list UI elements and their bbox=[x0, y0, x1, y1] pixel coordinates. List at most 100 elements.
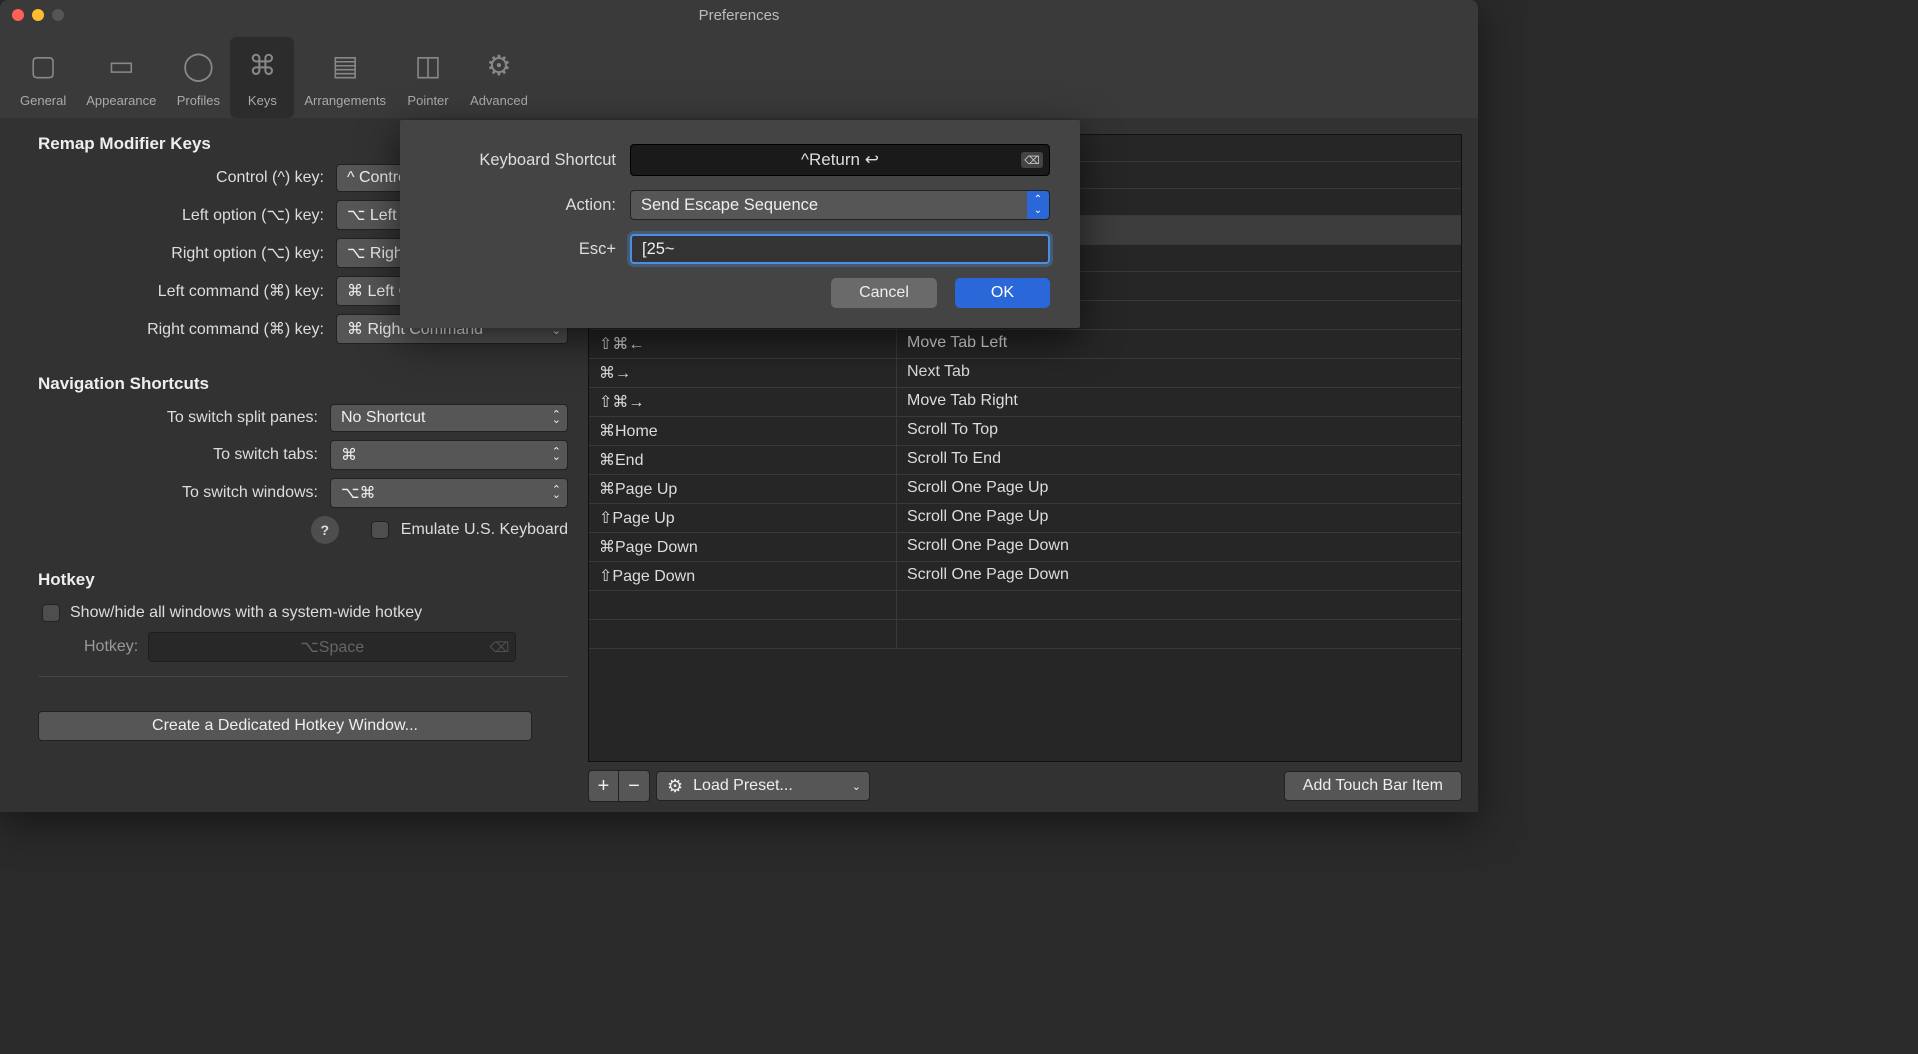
esc-plus-label: Esc+ bbox=[579, 240, 616, 259]
load-preset-button[interactable]: Load Preset... ⌄ bbox=[656, 771, 870, 801]
emulate-us-keyboard-label: Emulate U.S. Keyboard bbox=[401, 521, 568, 539]
nav-label: To switch windows: bbox=[182, 484, 318, 502]
toolbar: ▢ General ▭ Appearance ◯Profiles⌘ Keys ▤Arrang… bbox=[0, 30, 1478, 118]
toolbar-label: Keys bbox=[248, 93, 277, 108]
table-row[interactable]: ⌘→Next Tab bbox=[589, 359, 1461, 388]
minimize-icon[interactable] bbox=[32, 9, 44, 21]
key-mapping-edit-dialog: Keyboard Shortcut ^Return ↩ ⌫ Action: Se… bbox=[400, 120, 1080, 328]
preferences-window: Preferences ▢ General ▭ Appearance ◯Profiles… bbox=[0, 0, 1478, 812]
toolbar-general[interactable]: ▢ General bbox=[10, 37, 76, 118]
toolbar-label: General bbox=[20, 93, 66, 108]
pointer-icon: ◫ bbox=[406, 43, 450, 87]
hotkey-heading: Hotkey bbox=[38, 570, 568, 590]
toolbar-label: Pointer bbox=[407, 93, 448, 108]
load-preset-label: Load Preset... bbox=[693, 777, 793, 795]
chevron-updown-icon: ⌃⌄ bbox=[1027, 191, 1049, 219]
toolbar-label: Profiles bbox=[177, 93, 220, 108]
action-value: Send Escape Sequence bbox=[641, 196, 818, 215]
key-column: ⇧⌘→ bbox=[589, 388, 897, 416]
advanced-icon: ⚙ bbox=[477, 43, 521, 87]
table-row[interactable]: ⌘Page DownScroll One Page Down bbox=[589, 533, 1461, 562]
chevron-updown-icon: ⌃⌄ bbox=[552, 488, 561, 499]
toolbar-advanced[interactable]: ⚙ Advanced bbox=[460, 37, 538, 118]
add-touch-bar-item-button[interactable]: Add Touch Bar Item bbox=[1284, 771, 1462, 801]
table-row[interactable]: ⇧Page UpScroll One Page Up bbox=[589, 504, 1461, 533]
chevron-updown-icon: ⌃⌄ bbox=[552, 450, 561, 461]
table-row[interactable] bbox=[589, 620, 1461, 649]
clear-icon[interactable]: ⌫ bbox=[489, 639, 509, 656]
esc-sequence-input[interactable] bbox=[630, 234, 1050, 264]
action-column: Scroll One Page Down bbox=[897, 533, 1461, 561]
keyboard-shortcut-field[interactable]: ^Return ↩ ⌫ bbox=[630, 144, 1050, 176]
toolbar-keys[interactable]: ⌘ Keys bbox=[230, 37, 294, 118]
table-row[interactable]: ⇧⌘←Move Tab Left bbox=[589, 330, 1461, 359]
remap-label: Left command (⌘) key: bbox=[158, 281, 324, 301]
action-column: Scroll To End bbox=[897, 446, 1461, 474]
ok-button[interactable]: OK bbox=[955, 278, 1050, 308]
toolbar-label: Advanced bbox=[470, 93, 528, 108]
action-column: Move Tab Left bbox=[897, 330, 1461, 358]
remap-label: Right option (⌥) key: bbox=[171, 243, 324, 263]
keys-icon: ⌘ bbox=[240, 43, 284, 87]
keyboard-shortcut-label: Keyboard Shortcut bbox=[479, 151, 616, 170]
remap-label: Left option (⌥) key: bbox=[182, 205, 324, 225]
show-hide-hotkey-checkbox[interactable] bbox=[42, 604, 60, 622]
table-row[interactable]: ⇧Page DownScroll One Page Down bbox=[589, 562, 1461, 591]
toolbar-appearance[interactable]: ▭ Appearance bbox=[76, 37, 166, 118]
toolbar-pointer[interactable]: ◫ Pointer bbox=[396, 37, 460, 118]
close-icon[interactable] bbox=[12, 9, 24, 21]
nav-select[interactable]: ⌘⌃⌄ bbox=[330, 440, 568, 470]
toolbar-profiles[interactable]: ◯Profiles bbox=[166, 37, 230, 118]
hotkey-value: ⌥Space bbox=[300, 637, 364, 657]
chevron-updown-icon: ⌃⌄ bbox=[552, 413, 561, 424]
toolbar-label: Appearance bbox=[86, 93, 156, 108]
cancel-button[interactable]: Cancel bbox=[831, 278, 937, 308]
add-mapping-button[interactable]: + bbox=[589, 771, 619, 801]
titlebar: Preferences bbox=[0, 0, 1478, 30]
action-column: Scroll To Top bbox=[897, 417, 1461, 445]
nav-heading: Navigation Shortcuts bbox=[38, 374, 568, 394]
table-row[interactable] bbox=[589, 591, 1461, 620]
remove-mapping-button[interactable]: − bbox=[619, 771, 649, 801]
general-icon: ▢ bbox=[21, 43, 65, 87]
nav-select[interactable]: ⌥⌘⌃⌄ bbox=[330, 478, 568, 508]
appearance-icon: ▭ bbox=[99, 43, 143, 87]
clear-shortcut-icon[interactable]: ⌫ bbox=[1021, 152, 1043, 168]
key-column: ⌘Page Down bbox=[589, 533, 897, 561]
key-column: ⌘→ bbox=[589, 359, 897, 387]
window-title: Preferences bbox=[699, 7, 780, 24]
remap-label: Right command (⌘) key: bbox=[147, 319, 324, 339]
keyboard-shortcut-value: ^Return ↩ bbox=[801, 150, 879, 170]
table-row[interactable]: ⇧⌘→Move Tab Right bbox=[589, 388, 1461, 417]
nav-select[interactable]: No Shortcut⌃⌄ bbox=[330, 404, 568, 432]
help-button[interactable]: ? bbox=[311, 516, 339, 544]
maximize-icon bbox=[52, 9, 64, 21]
table-row[interactable]: ⌘HomeScroll To Top bbox=[589, 417, 1461, 446]
key-column: ⌘Page Up bbox=[589, 475, 897, 503]
create-hotkey-window-button[interactable]: Create a Dedicated Hotkey Window... bbox=[38, 711, 532, 741]
traffic-lights bbox=[12, 9, 64, 21]
divider bbox=[38, 676, 568, 677]
add-remove-segment: + − bbox=[588, 770, 650, 802]
key-column: ⇧Page Up bbox=[589, 504, 897, 532]
table-row[interactable]: ⌘Page UpScroll One Page Up bbox=[589, 475, 1461, 504]
action-column: Move Tab Right bbox=[897, 388, 1461, 416]
emulate-us-keyboard-checkbox[interactable] bbox=[371, 521, 389, 539]
hotkey-input[interactable]: ⌥Space ⌫ bbox=[148, 632, 516, 662]
chevron-down-icon: ⌄ bbox=[852, 780, 861, 793]
action-select[interactable]: Send Escape Sequence ⌃⌄ bbox=[630, 190, 1050, 220]
arrangements-icon: ▤ bbox=[323, 43, 367, 87]
key-column: ⌘Home bbox=[589, 417, 897, 445]
action-label: Action: bbox=[566, 196, 616, 215]
action-column: Scroll One Page Up bbox=[897, 504, 1461, 532]
gear-icon bbox=[667, 776, 687, 797]
remap-label: Control (^) key: bbox=[216, 169, 324, 187]
key-column: ⇧Page Down bbox=[589, 562, 897, 590]
action-column: Scroll One Page Up bbox=[897, 475, 1461, 503]
show-hide-hotkey-label: Show/hide all windows with a system-wide… bbox=[70, 604, 422, 622]
nav-label: To switch split panes: bbox=[167, 409, 318, 427]
toolbar-arrangements[interactable]: ▤Arrangements bbox=[294, 37, 396, 118]
nav-label: To switch tabs: bbox=[213, 446, 318, 464]
key-column: ⌘End bbox=[589, 446, 897, 474]
table-row[interactable]: ⌘EndScroll To End bbox=[589, 446, 1461, 475]
